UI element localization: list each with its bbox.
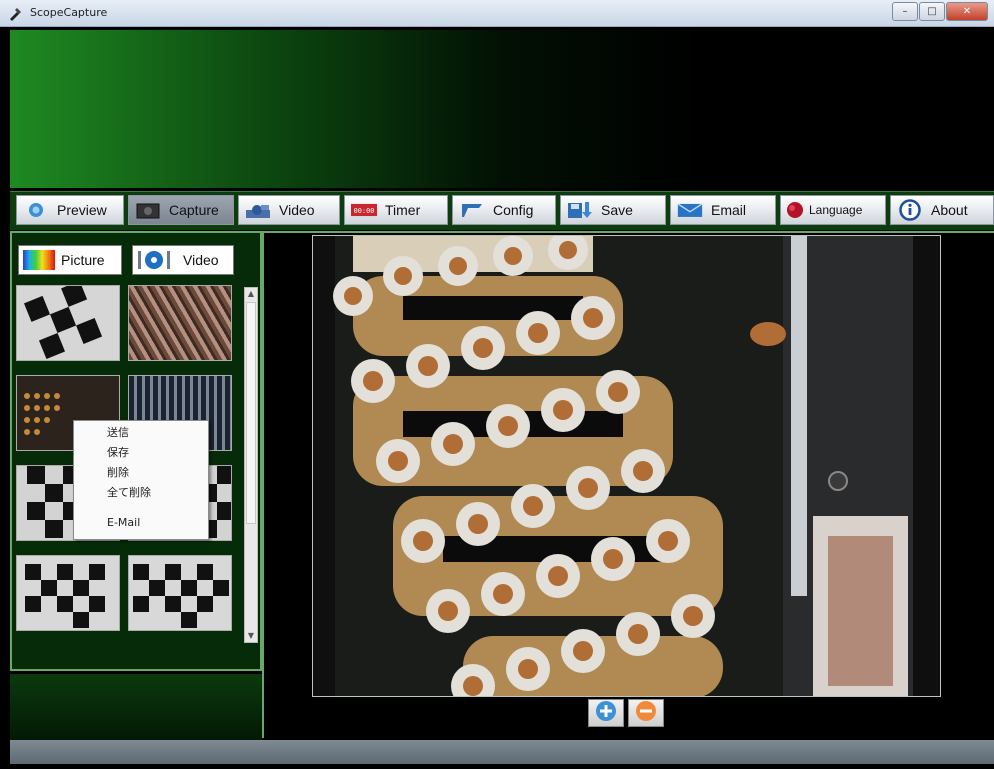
config-button[interactable]: Config [452,195,556,225]
language-button-label: Language [809,203,863,217]
timer-button[interactable]: 00:00 Timer [344,195,448,225]
timer-icon: 00:00 [351,201,377,219]
tab-picture-label: Picture [61,252,105,268]
email-button[interactable]: Email [670,195,776,225]
email-button-label: Email [711,202,747,218]
scroll-up-arrow-icon[interactable]: ▲ [245,288,257,300]
title-bar: ScopeCapture – □ ✕ [0,0,994,27]
about-button-label: About [931,202,968,218]
tab-video-label: Video [183,252,219,268]
thumbnail-wire-strands[interactable] [128,285,232,361]
save-icon [567,201,593,219]
language-button[interactable]: Language [780,195,886,225]
tab-video[interactable]: Video [132,245,234,275]
thumbnail-context-menu: 送信 保存 削除 全て削除 E-Mail [73,420,209,540]
config-button-label: Config [493,202,534,218]
maximize-button[interactable]: □ [919,2,945,21]
email-icon [677,201,703,219]
tab-picture[interactable]: Picture [18,245,122,275]
save-button-label: Save [601,202,633,218]
live-preview [312,235,941,697]
close-button[interactable]: ✕ [946,2,988,21]
video-button[interactable]: Video [238,195,340,225]
minimize-button[interactable]: – [892,2,918,21]
language-icon [785,201,805,219]
picture-icon [23,250,55,270]
info-icon [897,199,923,221]
about-button[interactable]: About [890,195,994,225]
status-bar [10,740,994,764]
app-logo-icon [8,5,24,21]
header-banner [10,30,994,188]
menu-item-delete-all[interactable]: 全て削除 [107,484,151,502]
thumbnail-checker-4[interactable] [16,555,120,631]
menu-item-delete[interactable]: 削除 [107,464,129,482]
thumbnail-checker-5[interactable] [128,555,232,631]
preview-icon [23,201,49,219]
preview-button-label: Preview [57,202,107,218]
capture-button[interactable]: Capture [128,195,234,225]
menu-item-save[interactable]: 保存 [107,444,129,462]
app-window: ScopeCapture – □ ✕ Preview Capture Video [0,0,994,769]
video-button-label: Video [279,202,315,218]
zoom-in-icon [595,700,617,726]
thumbnail-checker-1[interactable] [16,285,120,361]
gallery-footer [10,674,262,740]
window-controls: – □ ✕ [892,2,988,21]
zoom-out-icon [635,700,657,726]
zoom-in-button[interactable] [588,699,624,727]
gallery-scrollbar[interactable]: ▲ ▼ [244,287,258,643]
window-title: ScopeCapture [30,6,108,19]
save-button[interactable]: Save [560,195,666,225]
scrollbar-thumb[interactable] [246,302,256,524]
zoom-out-button[interactable] [628,699,664,727]
timer-button-label: Timer [385,202,421,218]
scroll-down-arrow-icon[interactable]: ▼ [245,630,257,642]
capture-button-label: Capture [169,202,219,218]
config-icon [459,201,485,219]
camera-icon [135,201,161,219]
video-reel-icon [137,249,173,271]
menu-item-send[interactable]: 送信 [107,424,129,442]
menu-item-email[interactable]: E-Mail [107,514,140,532]
main-toolbar: Preview Capture Video 00:00 Timer Config [10,191,994,230]
preview-button[interactable]: Preview [16,195,124,225]
video-camera-icon [245,201,271,219]
svg-text:00:00: 00:00 [354,207,375,215]
